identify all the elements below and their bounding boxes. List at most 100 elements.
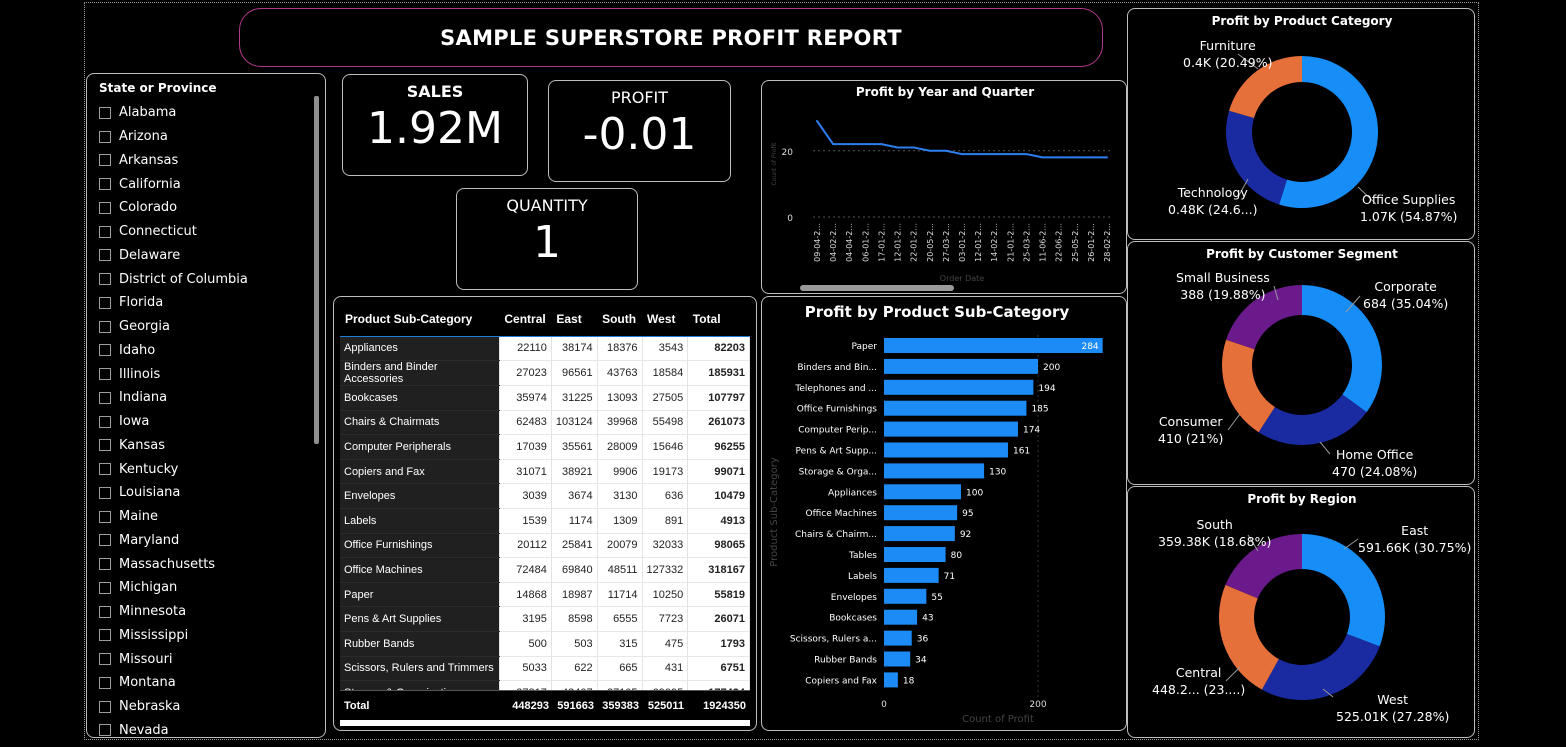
- bar[interactable]: [884, 526, 955, 542]
- slicer-item[interactable]: Alabama: [99, 101, 248, 125]
- profit-by-subcategory-chart[interactable]: Profit by Product Sub-Category 0 200 Count …: [761, 296, 1127, 731]
- column-header[interactable]: East: [551, 303, 598, 337]
- checkbox[interactable]: [99, 534, 111, 547]
- checkbox[interactable]: [99, 605, 111, 618]
- slicer-item[interactable]: Illinois: [99, 362, 248, 386]
- slicer-item[interactable]: Delaware: [99, 244, 248, 268]
- line-point[interactable]: [977, 153, 980, 156]
- donut-slice[interactable]: [1222, 339, 1275, 433]
- checkbox[interactable]: [99, 724, 111, 737]
- bar[interactable]: [884, 463, 985, 479]
- bar[interactable]: [884, 547, 946, 562]
- slicer-item[interactable]: Maryland: [99, 529, 248, 553]
- profit-by-quarter-chart[interactable]: Profit by Year and Quarter 0 20 Count of Pr…: [761, 80, 1127, 294]
- checkbox[interactable]: [99, 344, 111, 357]
- slicer-item[interactable]: Kansas: [99, 434, 248, 458]
- state-slicer[interactable]: State or Province Alabama Arizona Arkansas…: [86, 73, 326, 738]
- bar[interactable]: [884, 484, 961, 500]
- line-point[interactable]: [1089, 156, 1092, 159]
- column-header[interactable]: West: [642, 303, 688, 337]
- slicer-item[interactable]: Maine: [99, 505, 248, 529]
- column-header-subcategory[interactable]: Product Sub-Category: [340, 303, 500, 337]
- slicer-item[interactable]: Kentucky: [99, 457, 248, 481]
- bar[interactable]: [884, 609, 918, 625]
- checkbox[interactable]: [99, 463, 111, 476]
- slicer-item[interactable]: Nevada: [99, 719, 248, 737]
- checkbox[interactable]: [99, 201, 111, 214]
- checkbox[interactable]: [99, 676, 111, 689]
- checkbox[interactable]: [99, 273, 111, 286]
- checkbox[interactable]: [99, 486, 111, 499]
- line-point[interactable]: [912, 146, 915, 149]
- line-point[interactable]: [880, 143, 883, 146]
- checkbox[interactable]: [99, 415, 111, 428]
- slicer-item[interactable]: Michigan: [99, 576, 248, 600]
- category-donut-panel[interactable]: Profit by Product Category Office Supplie…: [1127, 8, 1475, 240]
- slicer-item[interactable]: Nebraska: [99, 695, 248, 719]
- slicer-item[interactable]: Georgia: [99, 315, 248, 339]
- slicer-item[interactable]: Minnesota: [99, 600, 248, 624]
- segment-donut-panel[interactable]: Profit by Customer Segment Corporate 684 (…: [1127, 241, 1475, 485]
- bar[interactable]: [884, 358, 1038, 374]
- donut-slice[interactable]: [1258, 394, 1367, 445]
- slicer-item[interactable]: California: [99, 172, 248, 196]
- line-point[interactable]: [848, 143, 851, 146]
- line-point[interactable]: [1073, 156, 1076, 159]
- bar[interactable]: [884, 338, 1103, 353]
- slicer-item[interactable]: Iowa: [99, 410, 248, 434]
- slicer-item[interactable]: Montana: [99, 671, 248, 695]
- slicer-item[interactable]: Colorado: [99, 196, 248, 220]
- checkbox[interactable]: [99, 320, 111, 333]
- bar[interactable]: [884, 505, 958, 521]
- slicer-scrollbar[interactable]: [314, 96, 319, 444]
- column-header[interactable]: Central: [499, 303, 552, 337]
- checkbox[interactable]: [99, 154, 111, 167]
- slicer-item[interactable]: Connecticut: [99, 220, 248, 244]
- line-point[interactable]: [1106, 156, 1108, 159]
- checkbox[interactable]: [99, 249, 111, 262]
- line-point[interactable]: [896, 146, 899, 149]
- bar[interactable]: [884, 421, 1018, 437]
- bar[interactable]: [884, 442, 1008, 458]
- line-point[interactable]: [928, 149, 931, 152]
- slicer-item[interactable]: Arkansas: [99, 149, 248, 173]
- checkbox[interactable]: [99, 581, 111, 594]
- line-point[interactable]: [993, 153, 996, 156]
- line-point[interactable]: [961, 153, 963, 156]
- profit-line[interactable]: [816, 120, 1107, 159]
- line-point[interactable]: [832, 143, 835, 146]
- region-donut-panel[interactable]: Profit by Region East 591.66K (30.75%) West…: [1127, 486, 1475, 738]
- checkbox[interactable]: [99, 510, 111, 523]
- line-point[interactable]: [816, 119, 818, 122]
- slicer-item[interactable]: Idaho: [99, 339, 248, 363]
- checkbox[interactable]: [99, 296, 111, 309]
- line-point[interactable]: [864, 143, 867, 146]
- line-point[interactable]: [1009, 153, 1012, 156]
- checkbox[interactable]: [99, 368, 111, 381]
- bar[interactable]: [884, 400, 1027, 416]
- bar[interactable]: [884, 588, 927, 604]
- checkbox[interactable]: [99, 653, 111, 666]
- slicer-item[interactable]: District of Columbia: [99, 267, 248, 291]
- column-header[interactable]: South: [597, 303, 643, 337]
- checkbox[interactable]: [99, 130, 111, 143]
- slicer-item[interactable]: Louisiana: [99, 481, 248, 505]
- line-point[interactable]: [1041, 156, 1044, 159]
- horizontal-scrollbar[interactable]: [800, 285, 954, 291]
- checkbox[interactable]: [99, 225, 111, 238]
- column-header[interactable]: Total: [687, 303, 750, 337]
- line-point[interactable]: [1057, 156, 1060, 159]
- line-point[interactable]: [944, 149, 947, 152]
- checkbox[interactable]: [99, 178, 111, 191]
- checkbox[interactable]: [99, 391, 111, 404]
- slicer-item[interactable]: Florida: [99, 291, 248, 315]
- slicer-item[interactable]: Massachusetts: [99, 552, 248, 576]
- checkbox[interactable]: [99, 558, 111, 571]
- checkbox[interactable]: [99, 629, 111, 642]
- checkbox[interactable]: [99, 106, 111, 119]
- checkbox[interactable]: [99, 700, 111, 713]
- bar[interactable]: [884, 567, 939, 583]
- slicer-item[interactable]: Missouri: [99, 647, 248, 671]
- slicer-item[interactable]: Indiana: [99, 386, 248, 410]
- checkbox[interactable]: [99, 439, 111, 452]
